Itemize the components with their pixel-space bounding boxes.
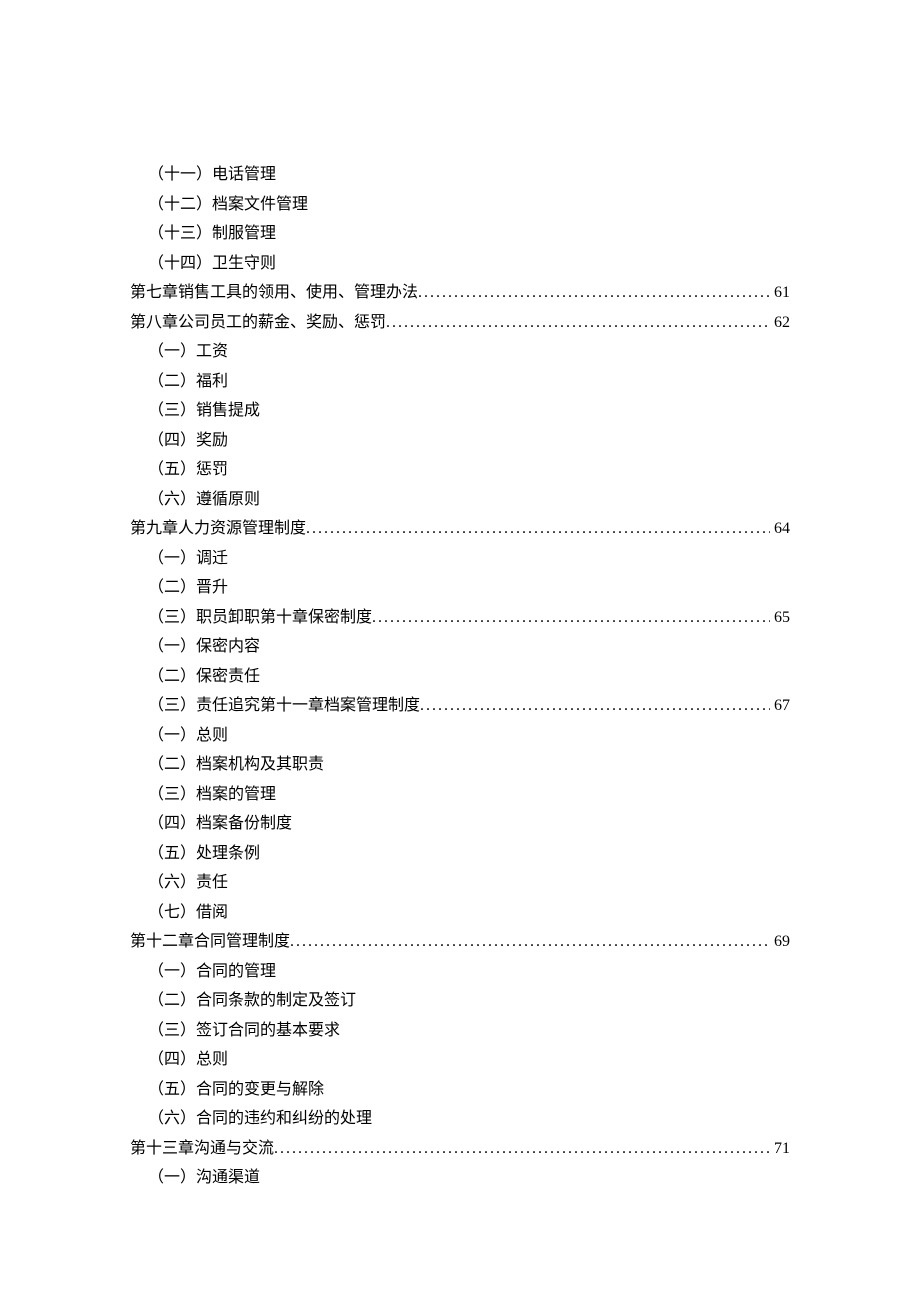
toc-page-number: 65: [770, 603, 790, 633]
toc-entry: （二）档案机构及其职责: [130, 750, 790, 780]
toc-entry-label: 第八章公司员工的薪金、奖励、惩罚: [130, 308, 386, 338]
toc-entry: 第七章销售工具的领用、使用、管理办法 61: [130, 278, 790, 308]
toc-entry-label: （二）保密责任: [148, 662, 260, 692]
toc-entry: （五）处理条例: [130, 839, 790, 869]
toc-entry: 第八章公司员工的薪金、奖励、惩罚 62: [130, 308, 790, 338]
toc-entry-label: （十三）制服管理: [148, 219, 276, 249]
toc-entry: （五）合同的变更与解除: [130, 1075, 790, 1105]
toc-entry: （六）遵循原则: [130, 485, 790, 515]
toc-entry-label: （三）签订合同的基本要求: [148, 1016, 340, 1046]
toc-entry-label: （一）沟通渠道: [148, 1163, 260, 1193]
document-page: （十一）电话管理（十二）档案文件管理（十三）制服管理（十四）卫生守则第七章销售工…: [0, 0, 920, 1301]
toc-entry-label: （三）责任追究第十一章档案管理制度: [148, 691, 420, 721]
toc-leader-dots: [418, 278, 770, 308]
toc-entry: （十二）档案文件管理: [130, 190, 790, 220]
toc-entry-label: （一）工资: [148, 337, 228, 367]
toc-entry: 第十二章合同管理制度 69: [130, 927, 790, 957]
toc-entry-label: （六）合同的违约和纠纷的处理: [148, 1104, 372, 1134]
toc-entry: （四）档案备份制度: [130, 809, 790, 839]
toc-entry: 第十三章沟通与交流 71: [130, 1134, 790, 1164]
toc-entry-label: （四）档案备份制度: [148, 809, 292, 839]
toc-entry-label: 第九章人力资源管理制度: [130, 514, 306, 544]
toc-entry-label: （三）职员卸职第十章保密制度: [148, 603, 372, 633]
toc-entry-label: （一）总则: [148, 721, 228, 751]
toc-entry-label: （十四）卫生守则: [148, 249, 276, 279]
toc-entry: （二）保密责任: [130, 662, 790, 692]
toc-entry: （二）福利: [130, 367, 790, 397]
toc-leader-dots: [306, 514, 770, 544]
toc-leader-dots: [420, 691, 770, 721]
toc-entry-label: （二）档案机构及其职责: [148, 750, 324, 780]
toc-entry: （一）工资: [130, 337, 790, 367]
toc-entry-label: （五）处理条例: [148, 839, 260, 869]
toc-page-number: 69: [770, 927, 790, 957]
toc-entry: （四）奖励: [130, 426, 790, 456]
toc-entry-label: （一）合同的管理: [148, 957, 276, 987]
toc-entry-label: 第七章销售工具的领用、使用、管理办法: [130, 278, 418, 308]
toc-entry-label: （二）晋升: [148, 573, 228, 603]
toc-page-number: 62: [770, 308, 790, 338]
toc-entry-label: （五）合同的变更与解除: [148, 1075, 324, 1105]
toc-entry-label: （一）调迁: [148, 544, 228, 574]
toc-entry-label: （六）遵循原则: [148, 485, 260, 515]
toc-page-number: 61: [770, 278, 790, 308]
toc-leader-dots: [290, 927, 770, 957]
toc-page-number: 71: [770, 1134, 790, 1164]
toc-entry: （一）保密内容: [130, 632, 790, 662]
toc-entry: （三）签订合同的基本要求: [130, 1016, 790, 1046]
toc-entry: （三）销售提成: [130, 396, 790, 426]
toc-entry: 第九章人力资源管理制度 64: [130, 514, 790, 544]
toc-page-number: 67: [770, 691, 790, 721]
toc-entry-label: （十二）档案文件管理: [148, 190, 308, 220]
toc-entry: （十一）电话管理: [130, 160, 790, 190]
toc-entry-label: （五）惩罚: [148, 455, 228, 485]
toc-entry-label: （六）责任: [148, 868, 228, 898]
toc-entry-label: （七）借阅: [148, 898, 228, 928]
toc-entry: （三）职员卸职第十章保密制度 65: [130, 603, 790, 633]
toc-leader-dots: [386, 308, 770, 338]
toc-page-number: 64: [770, 514, 790, 544]
toc-entry-label: （三）档案的管理: [148, 780, 276, 810]
toc-entry-label: （二）福利: [148, 367, 228, 397]
toc-entry: （十四）卫生守则: [130, 249, 790, 279]
toc-entry-label: （三）销售提成: [148, 396, 260, 426]
toc-entry: （三）责任追究第十一章档案管理制度 67: [130, 691, 790, 721]
toc-entry-label: （四）总则: [148, 1045, 228, 1075]
toc-entry-label: 第十三章沟通与交流: [130, 1134, 274, 1164]
toc-entry: （六）合同的违约和纠纷的处理: [130, 1104, 790, 1134]
toc-entry: （一）合同的管理: [130, 957, 790, 987]
toc-entry: （一）总则: [130, 721, 790, 751]
table-of-contents: （十一）电话管理（十二）档案文件管理（十三）制服管理（十四）卫生守则第七章销售工…: [130, 160, 790, 1193]
toc-leader-dots: [274, 1134, 770, 1164]
toc-entry: （六）责任: [130, 868, 790, 898]
toc-entry: （三）档案的管理: [130, 780, 790, 810]
toc-leader-dots: [372, 603, 770, 633]
toc-entry-label: （四）奖励: [148, 426, 228, 456]
toc-entry: （一）沟通渠道: [130, 1163, 790, 1193]
toc-entry: （二）晋升: [130, 573, 790, 603]
toc-entry: （一）调迁: [130, 544, 790, 574]
toc-entry: （七）借阅: [130, 898, 790, 928]
toc-entry: （十三）制服管理: [130, 219, 790, 249]
toc-entry: （二）合同条款的制定及签订: [130, 986, 790, 1016]
toc-entry-label: （二）合同条款的制定及签订: [148, 986, 356, 1016]
toc-entry-label: （一）保密内容: [148, 632, 260, 662]
toc-entry: （五）惩罚: [130, 455, 790, 485]
toc-entry-label: （十一）电话管理: [148, 160, 276, 190]
toc-entry-label: 第十二章合同管理制度: [130, 927, 290, 957]
toc-entry: （四）总则: [130, 1045, 790, 1075]
